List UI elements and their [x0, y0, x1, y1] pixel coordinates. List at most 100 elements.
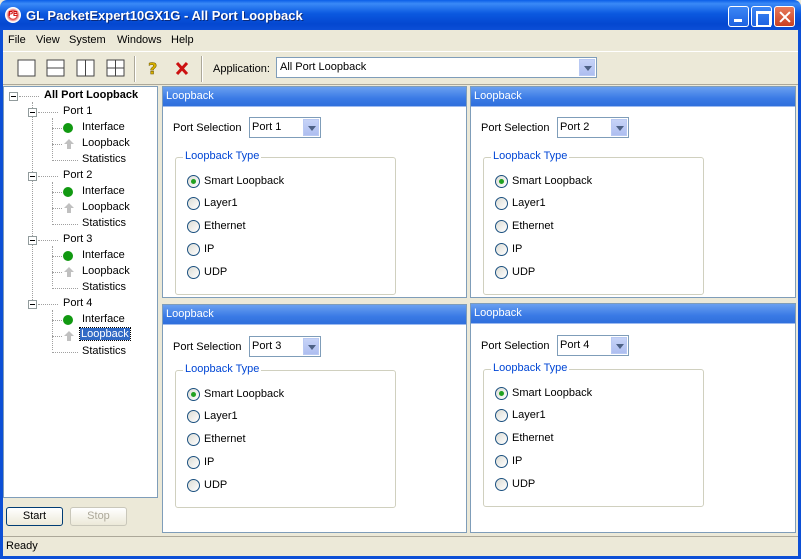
radio-label[interactable]: Ethernet — [512, 220, 554, 232]
radio-udp[interactable] — [187, 266, 200, 279]
radio-udp[interactable] — [495, 478, 508, 491]
loopback-panel-4: Loopback Port Selection Port 4 Loopback … — [470, 303, 796, 533]
radio-label[interactable]: Smart Loopback — [512, 175, 592, 187]
port-selection-label: Port Selection — [173, 341, 242, 353]
radio-label[interactable]: IP — [512, 243, 522, 255]
collapse-icon[interactable] — [28, 108, 37, 117]
loopback-type-group: Loopback Type Smart Loopback Layer1 Ethe… — [175, 150, 396, 295]
chevron-down-icon[interactable] — [303, 119, 319, 136]
radio-label[interactable]: IP — [204, 243, 214, 255]
help-icon[interactable]: ? — [143, 57, 165, 79]
group-title: Loopback Type — [183, 363, 262, 375]
stop-button[interactable]: Stop — [70, 507, 127, 526]
radio-label[interactable]: Layer1 — [512, 409, 546, 421]
close-button[interactable] — [774, 6, 795, 27]
collapse-icon[interactable] — [28, 300, 37, 309]
tree-port-2-statistics[interactable]: Statistics — [82, 217, 126, 229]
radio-layer1[interactable] — [495, 409, 508, 422]
radio-udp[interactable] — [495, 266, 508, 279]
tree-port-2-interface[interactable]: Interface — [82, 185, 125, 197]
app-logo-icon[interactable]: PE — [5, 7, 21, 23]
collapse-icon[interactable] — [9, 92, 18, 101]
menu-file[interactable]: File — [8, 34, 26, 46]
status-bar: Ready — [3, 536, 798, 556]
radio-smart-loopback[interactable] — [187, 388, 200, 401]
single-view-icon[interactable] — [16, 57, 38, 79]
radio-label[interactable]: Ethernet — [204, 220, 246, 232]
radio-ethernet[interactable] — [187, 220, 200, 233]
radio-layer1[interactable] — [495, 197, 508, 210]
panel-header: Loopback — [471, 304, 795, 324]
port-selection-dropdown[interactable]: Port 3 — [249, 336, 321, 357]
tree-root[interactable]: All Port Loopback — [44, 89, 138, 101]
radio-label[interactable]: Smart Loopback — [512, 387, 592, 399]
tree-port-4[interactable]: Port 4 — [63, 297, 92, 309]
tree-port-3[interactable]: Port 3 — [63, 233, 92, 245]
maximize-button[interactable] — [751, 6, 772, 27]
close-red-x-icon[interactable] — [171, 57, 193, 79]
start-button[interactable]: Start — [6, 507, 63, 526]
radio-ip[interactable] — [187, 456, 200, 469]
port-selection-dropdown[interactable]: Port 4 — [557, 335, 629, 356]
radio-label[interactable]: UDP — [204, 479, 227, 491]
radio-label[interactable]: UDP — [512, 266, 535, 278]
radio-label[interactable]: Smart Loopback — [204, 175, 284, 187]
tree-port-1-interface[interactable]: Interface — [82, 121, 125, 133]
status-text: Ready — [6, 540, 38, 552]
radio-ip[interactable] — [495, 243, 508, 256]
port-selection-dropdown[interactable]: Port 1 — [249, 117, 321, 138]
minimize-button[interactable] — [728, 6, 749, 27]
radio-label[interactable]: Ethernet — [512, 432, 554, 444]
radio-udp[interactable] — [187, 479, 200, 492]
radio-ethernet[interactable] — [495, 220, 508, 233]
radio-label[interactable]: Ethernet — [204, 433, 246, 445]
menu-help[interactable]: Help — [171, 34, 194, 46]
tree-port-2-loopback[interactable]: Loopback — [82, 201, 130, 213]
port-selection-dropdown[interactable]: Port 2 — [557, 117, 629, 138]
radio-label[interactable]: Layer1 — [204, 197, 238, 209]
title-bar[interactable]: PE GL PacketExpert10GX1G - All Port Loop… — [0, 0, 801, 30]
radio-label[interactable]: IP — [204, 456, 214, 468]
tree-port-3-interface[interactable]: Interface — [82, 249, 125, 261]
vertical-split-icon[interactable] — [75, 57, 97, 79]
panel-header: Loopback — [163, 87, 466, 107]
radio-label[interactable]: UDP — [512, 478, 535, 490]
radio-smart-loopback[interactable] — [187, 175, 200, 188]
chevron-down-icon[interactable] — [579, 59, 595, 76]
tree-port-4-interface[interactable]: Interface — [82, 313, 125, 325]
chevron-down-icon[interactable] — [611, 337, 627, 354]
tree-port-3-statistics[interactable]: Statistics — [82, 281, 126, 293]
chevron-down-icon[interactable] — [303, 338, 319, 355]
tree-line — [52, 272, 62, 273]
collapse-icon[interactable] — [28, 236, 37, 245]
application-select[interactable]: All Port Loopback — [276, 57, 597, 78]
tree-port-4-statistics[interactable]: Statistics — [82, 345, 126, 357]
horizontal-split-icon[interactable] — [45, 57, 67, 79]
radio-layer1[interactable] — [187, 197, 200, 210]
radio-label[interactable]: Smart Loopback — [204, 388, 284, 400]
tree-port-1[interactable]: Port 1 — [63, 105, 92, 117]
radio-ethernet[interactable] — [187, 433, 200, 446]
radio-smart-loopback[interactable] — [495, 175, 508, 188]
radio-label[interactable]: Layer1 — [204, 410, 238, 422]
tree-port-3-loopback[interactable]: Loopback — [82, 265, 130, 277]
chevron-down-icon[interactable] — [611, 119, 627, 136]
tree-port-1-statistics[interactable]: Statistics — [82, 153, 126, 165]
tree-line — [52, 118, 53, 158]
tree-port-1-loopback[interactable]: Loopback — [82, 137, 130, 149]
menu-system[interactable]: System — [69, 34, 106, 46]
menu-view[interactable]: View — [36, 34, 60, 46]
radio-smart-loopback[interactable] — [495, 387, 508, 400]
radio-label[interactable]: Layer1 — [512, 197, 546, 209]
radio-label[interactable]: IP — [512, 455, 522, 467]
radio-layer1[interactable] — [187, 410, 200, 423]
tree-port-4-loopback[interactable]: Loopback — [79, 327, 131, 341]
radio-ip[interactable] — [187, 243, 200, 256]
collapse-icon[interactable] — [28, 172, 37, 181]
quad-view-icon[interactable] — [105, 57, 127, 79]
radio-ethernet[interactable] — [495, 432, 508, 445]
radio-label[interactable]: UDP — [204, 266, 227, 278]
radio-ip[interactable] — [495, 455, 508, 468]
menu-windows[interactable]: Windows — [117, 34, 162, 46]
tree-port-2[interactable]: Port 2 — [63, 169, 92, 181]
